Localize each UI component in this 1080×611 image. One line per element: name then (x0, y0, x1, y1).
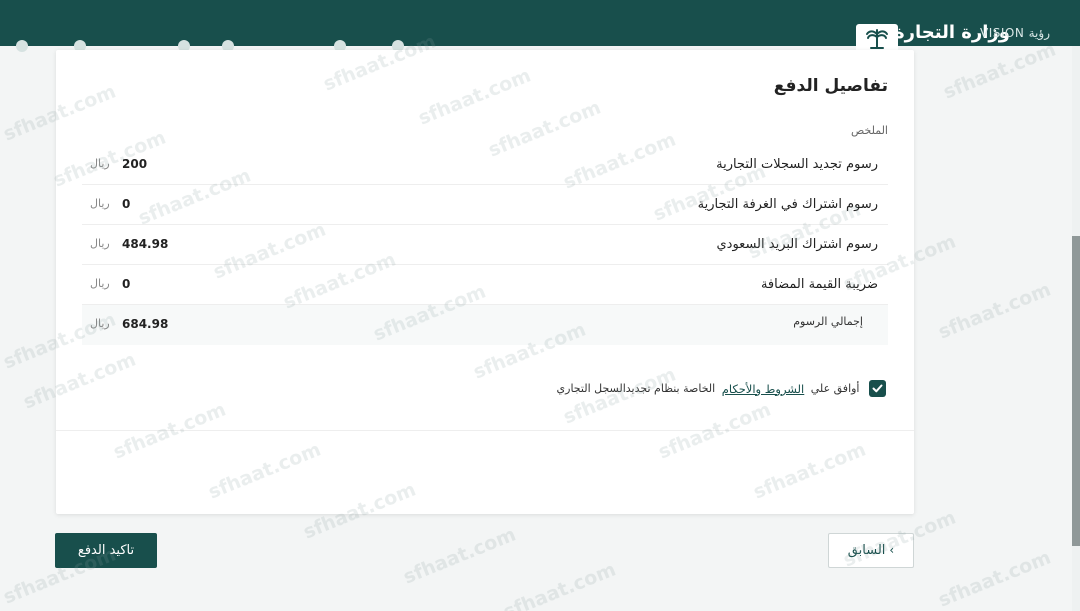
back-button[interactable]: ›السابق (828, 533, 914, 568)
language-icon[interactable] (16, 40, 28, 52)
page: وزارة التجارة VISION رؤية تفاصيل الدفع ا… (0, 0, 1080, 611)
fee-amount: 0 (122, 277, 131, 291)
watermark: sfhaat.com (935, 278, 1054, 344)
back-button-label: السابق (847, 543, 886, 558)
fee-row-cr-renewal: رسوم تجديد السجلات التجارية 200 ريال (82, 145, 888, 185)
confirm-payment-button[interactable]: تاكيد الدفع (55, 533, 157, 568)
terms-prefix: أوافق علي (810, 382, 860, 395)
fee-label: رسوم اشتراك البريد السعودي (716, 237, 879, 252)
page-scrollbar[interactable] (1072, 46, 1080, 611)
chevron-right-icon: › (889, 543, 895, 557)
fee-row-vat: ضريبة القيمة المضافة 0 ريال (82, 265, 888, 305)
fee-row-saudi-post: رسوم اشتراك البريد السعودي 484.98 ريال (82, 225, 888, 265)
summary-label: الملخص (851, 124, 888, 137)
payment-details-card: تفاصيل الدفع الملخص رسوم تجديد السجلات ا… (56, 50, 914, 514)
scrollbar-thumb[interactable] (1072, 236, 1080, 546)
terms-checkbox[interactable] (869, 380, 886, 397)
checkmark-icon (872, 384, 883, 393)
page-title: تفاصيل الدفع (773, 76, 888, 96)
watermark: sfhaat.com (940, 38, 1059, 104)
total-label: إجمالي الرسوم (793, 315, 863, 328)
watermark: sfhaat.com (935, 546, 1054, 611)
fee-amount: 200 (122, 157, 148, 171)
header-nav-icons (16, 40, 416, 52)
fee-row-total: إجمالي الرسوم 684.98 ريال (82, 305, 888, 345)
fee-currency: ريال (90, 157, 110, 170)
fee-amount: 0 (122, 197, 131, 211)
fee-currency: ريال (90, 197, 110, 210)
terms-suffix: الخاصة بنظام تجديدالسجل التجاري (556, 382, 716, 395)
fee-label: رسوم اشتراك في الغرفة التجارية (697, 197, 878, 212)
vision-2030-logo: VISION رؤية (979, 26, 1050, 40)
watermark: sfhaat.com (400, 523, 519, 589)
fee-currency: ريال (90, 237, 110, 250)
total-amount: 684.98 (122, 317, 169, 331)
payment-summary-section: تفاصيل الدفع الملخص رسوم تجديد السجلات ا… (56, 50, 914, 431)
top-header: وزارة التجارة VISION رؤية (0, 0, 1080, 54)
total-currency: ريال (90, 317, 110, 330)
fees-list: رسوم تجديد السجلات التجارية 200 ريال رسو… (82, 145, 888, 345)
fee-amount: 484.98 (122, 237, 169, 251)
fee-row-chamber: رسوم اشتراك في الغرفة التجارية 0 ريال (82, 185, 888, 225)
fee-currency: ريال (90, 277, 110, 290)
fee-label: رسوم تجديد السجلات التجارية (716, 157, 878, 172)
terms-agreement: أوافق علي الشروط والأحكام الخاصة بنظام ت… (557, 380, 886, 400)
fee-label: ضريبة القيمة المضافة (760, 277, 878, 292)
watermark: sfhaat.com (500, 558, 619, 611)
terms-link[interactable]: الشروط والأحكام (722, 382, 805, 396)
